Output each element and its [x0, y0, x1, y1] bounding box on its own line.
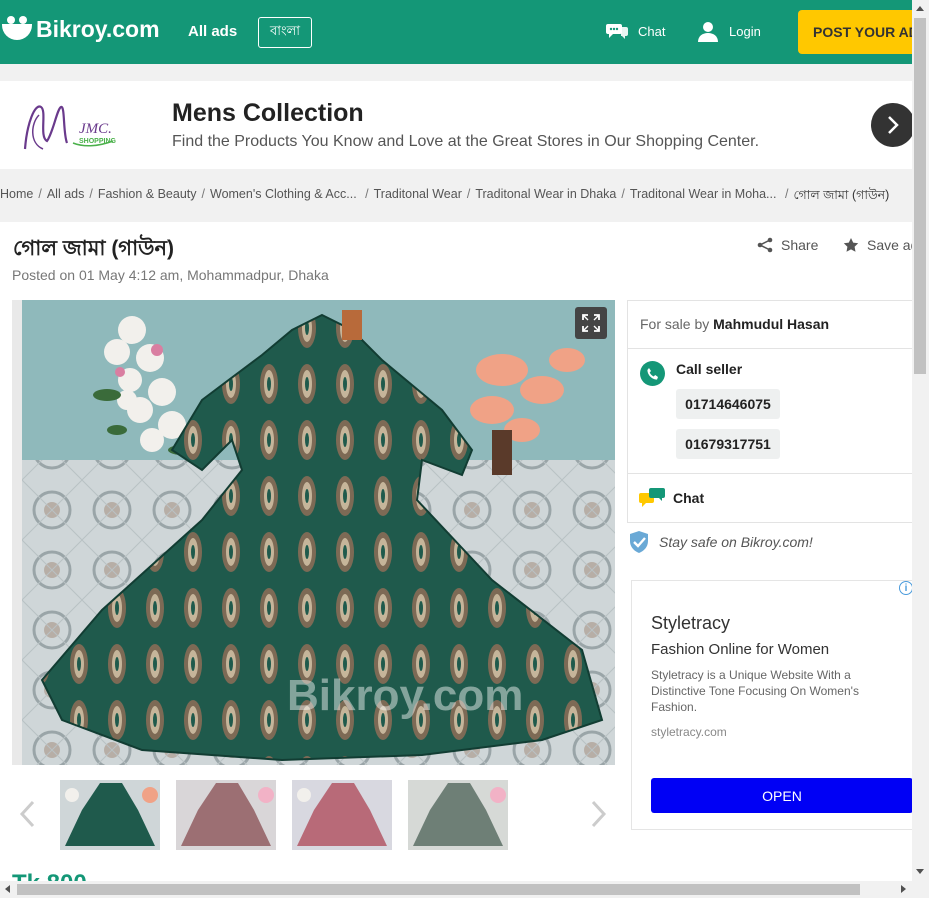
safety-tip[interactable]: Stay safe on Bikroy.com! [629, 530, 813, 554]
banner-title: Mens Collection [172, 99, 364, 127]
chat-label: Chat [638, 23, 666, 39]
posted-info: Posted on 01 May 4:12 am, Mohammadpur, D… [12, 267, 329, 283]
ad-info-icon[interactable]: i [899, 581, 913, 595]
banner-text: Find the Products You Know and Love at t… [172, 133, 760, 150]
phone-icon [640, 361, 665, 386]
horizontal-scrollbar[interactable] [0, 881, 912, 898]
call-seller-label: Call seller [676, 361, 743, 377]
scroll-left-arrow[interactable] [5, 885, 10, 893]
thumbnail-2[interactable] [176, 780, 276, 850]
breadcrumb-womens-clothing[interactable]: Women's Clothing & Acc... [210, 187, 357, 207]
logo-text: Bikroy.com [36, 15, 160, 42]
user-icon [698, 22, 718, 42]
expand-icon [582, 314, 600, 332]
jmc-shopping-logo: JMC. SHOPPING [23, 105, 117, 150]
language-button[interactable]: বাংলা [258, 17, 312, 48]
sponsored-ad[interactable]: Styletracy Fashion Online for Women Styl… [631, 580, 915, 830]
breadcrumb-traditional-wear[interactable]: Traditonal Wear [374, 187, 462, 207]
call-seller-block: Call seller 01714646075 01679317751 [628, 349, 916, 474]
save-ad-button[interactable]: Save ad [843, 237, 918, 253]
chat-bubbles-icon [606, 24, 628, 39]
page: Bikroy.com All ads বাংলা Chat Login POST… [0, 0, 929, 898]
image-gallery[interactable]: Bikroy.com [12, 300, 615, 765]
breadcrumb-home[interactable]: Home [0, 187, 33, 207]
login-label: Login [729, 23, 761, 39]
post-ad-button[interactable]: POST YOUR AD [798, 10, 928, 54]
chat-icon [639, 488, 665, 507]
shield-check-icon [630, 531, 648, 553]
fullscreen-button[interactable] [575, 307, 607, 339]
svg-text:JMC.: JMC. [79, 121, 112, 137]
breadcrumb-traditional-dhaka[interactable]: Traditonal Wear in Dhaka [475, 187, 616, 207]
chevron-right-icon [888, 116, 899, 134]
ad-title: গোল জামা (গাউন) [13, 237, 175, 260]
phone-number-2[interactable]: 01679317751 [676, 429, 780, 459]
phone-number-1[interactable]: 01714646075 [676, 389, 780, 419]
ad-detail: গোল জামা (গাউন) Posted on 01 May 4:12 am… [0, 222, 918, 897]
thumbs-prev-arrow[interactable] [18, 799, 38, 829]
sponsored-description: Styletracy is a Unique Website With a Di… [651, 668, 859, 714]
breadcrumb-fashion[interactable]: Fashion & Beauty [98, 187, 197, 207]
all-ads-link[interactable]: All ads [188, 23, 237, 40]
chat-link[interactable]: Chat [606, 22, 665, 40]
promo-banner[interactable]: JMC. SHOPPING Mens Collection Find the P… [0, 81, 915, 169]
seller-name[interactable]: Mahmudul Hasan [713, 316, 829, 332]
scroll-up-arrow[interactable] [916, 6, 924, 11]
thumbnail-3[interactable] [292, 780, 392, 850]
photo-watermark: Bikroy.com [287, 671, 523, 720]
vertical-scrollbar[interactable] [912, 0, 929, 882]
site-logo[interactable]: Bikroy.com [2, 14, 160, 44]
sponsored-url: styletracy.com [651, 725, 727, 739]
main-photo[interactable]: Bikroy.com [22, 300, 615, 765]
banner-next-button[interactable] [871, 103, 915, 147]
breadcrumb: Home / All ads / Fashion & Beauty / Women's… [0, 187, 889, 207]
logo-icon [2, 14, 32, 44]
breadcrumb-all-ads[interactable]: All ads [47, 187, 85, 207]
thumbnail-4[interactable] [408, 780, 508, 850]
sponsored-subtitle: Fashion Online for Women [651, 641, 830, 658]
scroll-right-arrow[interactable] [901, 885, 906, 893]
sponsored-open-button[interactable]: OPEN [651, 778, 913, 813]
thumbnail-1[interactable] [60, 780, 160, 850]
thumbs-next-arrow[interactable] [588, 799, 608, 829]
share-icon [757, 237, 773, 253]
star-icon [843, 238, 859, 252]
chat-seller-label: Chat [673, 490, 705, 506]
breadcrumb-current: গোল জামা (গাউন) [793, 188, 890, 202]
for-sale-by-label: For sale by [640, 316, 710, 332]
save-label: Save ad [867, 237, 919, 253]
share-button[interactable]: Share [757, 237, 818, 253]
thumbnail-strip [0, 777, 615, 857]
login-link[interactable]: Login [697, 20, 761, 42]
top-nav: Bikroy.com All ads বাংলা Chat Login POST… [0, 0, 928, 64]
scroll-down-arrow[interactable] [916, 869, 924, 874]
share-label: Share [781, 237, 819, 253]
sponsored-title: Styletracy [651, 613, 731, 633]
horizontal-scroll-thumb[interactable] [17, 884, 860, 895]
vertical-scroll-thumb[interactable] [914, 18, 926, 374]
seller-panel: For sale by Mahmudul Hasan Call seller 0… [627, 300, 917, 523]
seller-info: For sale by Mahmudul Hasan [628, 301, 916, 349]
chat-seller-button[interactable]: Chat [628, 474, 916, 522]
safety-text: Stay safe on Bikroy.com! [659, 534, 813, 550]
breadcrumb-traditional-moha[interactable]: Traditonal Wear in Moha... [630, 187, 777, 207]
